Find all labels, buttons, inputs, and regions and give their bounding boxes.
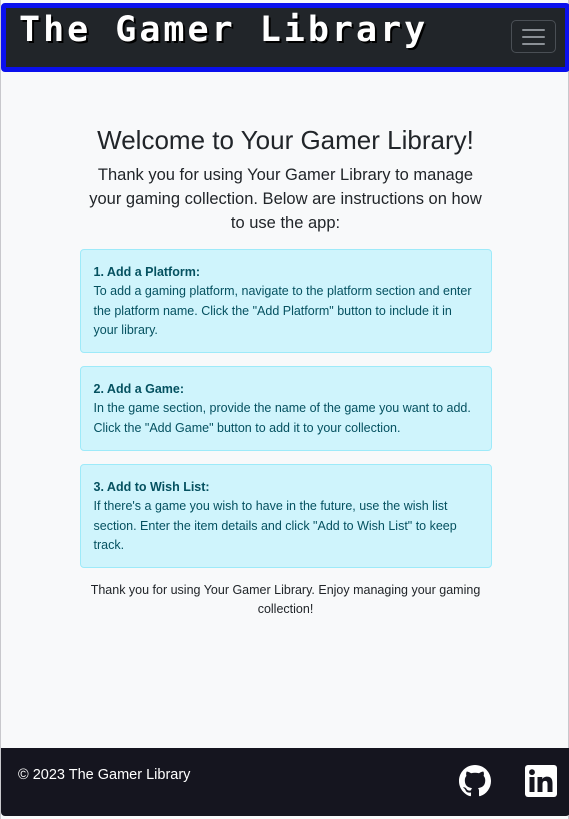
copyright-text: © 2023 The Gamer Library — [18, 767, 191, 783]
github-link[interactable] — [459, 765, 491, 797]
instruction-text: To add a gaming platform, navigate to th… — [93, 284, 472, 337]
instruction-title: 3. Add to Wish List: — [93, 480, 210, 495]
page-title: Welcome to Your Gamer Library! — [97, 125, 474, 155]
instruction-title: 1. Add a Platform: — [93, 265, 201, 279]
github-icon — [459, 765, 491, 797]
menu-toggle-button[interactable] — [511, 20, 556, 53]
navbar: The Gamer Library — [1, 3, 569, 72]
page-frame: The Gamer Library Welcome to Your Gamer … — [0, 0, 569, 819]
footer: © 2023 The Gamer Library — [1, 748, 569, 816]
instruction-card-platform: 1. Add a Platform: To add a gaming platf… — [79, 249, 492, 354]
brand-title[interactable]: The Gamer Library — [19, 10, 428, 50]
outro-text: Thank you for using Your Gamer Library. … — [90, 583, 481, 617]
intro-text: Thank you for using Your Gamer Library t… — [89, 166, 482, 232]
instruction-card-wishlist: 3. Add to Wish List: If there's a game y… — [79, 464, 492, 569]
hamburger-menu-icon — [522, 28, 545, 31]
main-content: Welcome to Your Gamer Library! Thank you… — [1, 72, 569, 619]
hamburger-menu-icon-bar — [522, 42, 545, 45]
linkedin-icon — [525, 765, 557, 797]
hamburger-menu-icon-bar — [522, 35, 545, 38]
instruction-card-game: 2. Add a Game: In the game section, prov… — [79, 366, 492, 452]
linkedin-link[interactable] — [525, 765, 557, 797]
instruction-title: 2. Add a Game: — [93, 382, 185, 397]
instruction-text: In the game section, provide the name of… — [93, 401, 471, 435]
instructions-list: 1. Add a Platform: To add a gaming platf… — [79, 249, 492, 569]
instruction-text: If there's a game you wish to have in th… — [93, 499, 457, 552]
